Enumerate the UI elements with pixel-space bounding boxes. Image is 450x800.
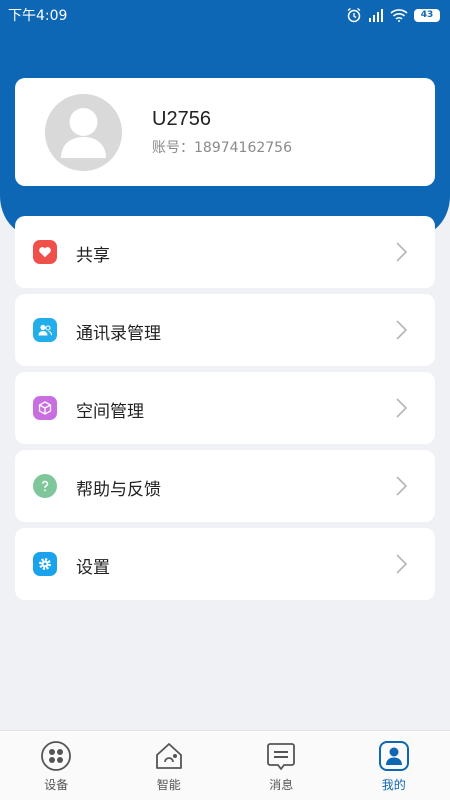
status-icons: 43 [346, 7, 440, 23]
bottom-tab-bar: 设备 智能 消息 我的 [0, 730, 450, 800]
avatar[interactable] [45, 94, 122, 171]
contacts-icon [33, 318, 57, 342]
status-time: 下午4:09 [8, 8, 68, 24]
menu-label: 共享 [76, 246, 110, 266]
default-avatar-icon [61, 108, 106, 158]
menu-label: 帮助与反馈 [76, 480, 161, 500]
tab-label: 消息 [269, 778, 294, 792]
chevron-right-icon [396, 320, 408, 340]
menu-item-space[interactable]: 空间管理 [15, 372, 435, 444]
tab-smart[interactable]: 智能 [113, 731, 226, 800]
chevron-right-icon [396, 554, 408, 574]
alarm-icon [347, 7, 361, 23]
chevron-right-icon [396, 398, 408, 418]
account-info: 账号：18974162756 [152, 137, 292, 157]
username: U2756 [152, 108, 211, 130]
status-bar: 下午4:09 43 [0, 0, 450, 30]
menu-label: 设置 [76, 558, 110, 578]
tab-mine[interactable]: 我的 [338, 731, 450, 800]
wifi-icon [390, 9, 408, 22]
cube-icon [33, 396, 57, 420]
tab-label: 设备 [44, 778, 69, 792]
account-label: 账号： [152, 140, 194, 156]
profile-card[interactable]: U2756 账号：18974162756 [15, 78, 435, 186]
devices-icon [41, 741, 72, 771]
tab-label: 我的 [381, 778, 406, 792]
question-icon [33, 474, 57, 498]
menu-item-share[interactable]: 共享 [15, 216, 435, 288]
message-icon [267, 743, 296, 770]
tab-label: 智能 [156, 778, 181, 792]
profile-icon [378, 741, 409, 771]
battery-indicator: 43 [414, 8, 440, 22]
chevron-right-icon [396, 476, 408, 496]
chevron-right-icon [396, 242, 408, 262]
menu-item-settings[interactable]: 设置 [15, 528, 435, 600]
menu-label: 空间管理 [76, 402, 144, 422]
heart-icon [33, 240, 57, 264]
menu-item-help-feedback[interactable]: 帮助与反馈 [15, 450, 435, 522]
signal-icon [369, 9, 383, 22]
tab-messages[interactable]: 消息 [225, 731, 338, 800]
tab-devices[interactable]: 设备 [0, 731, 113, 800]
menu-label: 通讯录管理 [76, 324, 161, 344]
smart-home-icon [155, 743, 182, 769]
account-number: 18974162756 [194, 140, 292, 156]
gear-icon [33, 552, 57, 576]
menu-item-contacts[interactable]: 通讯录管理 [15, 294, 435, 366]
